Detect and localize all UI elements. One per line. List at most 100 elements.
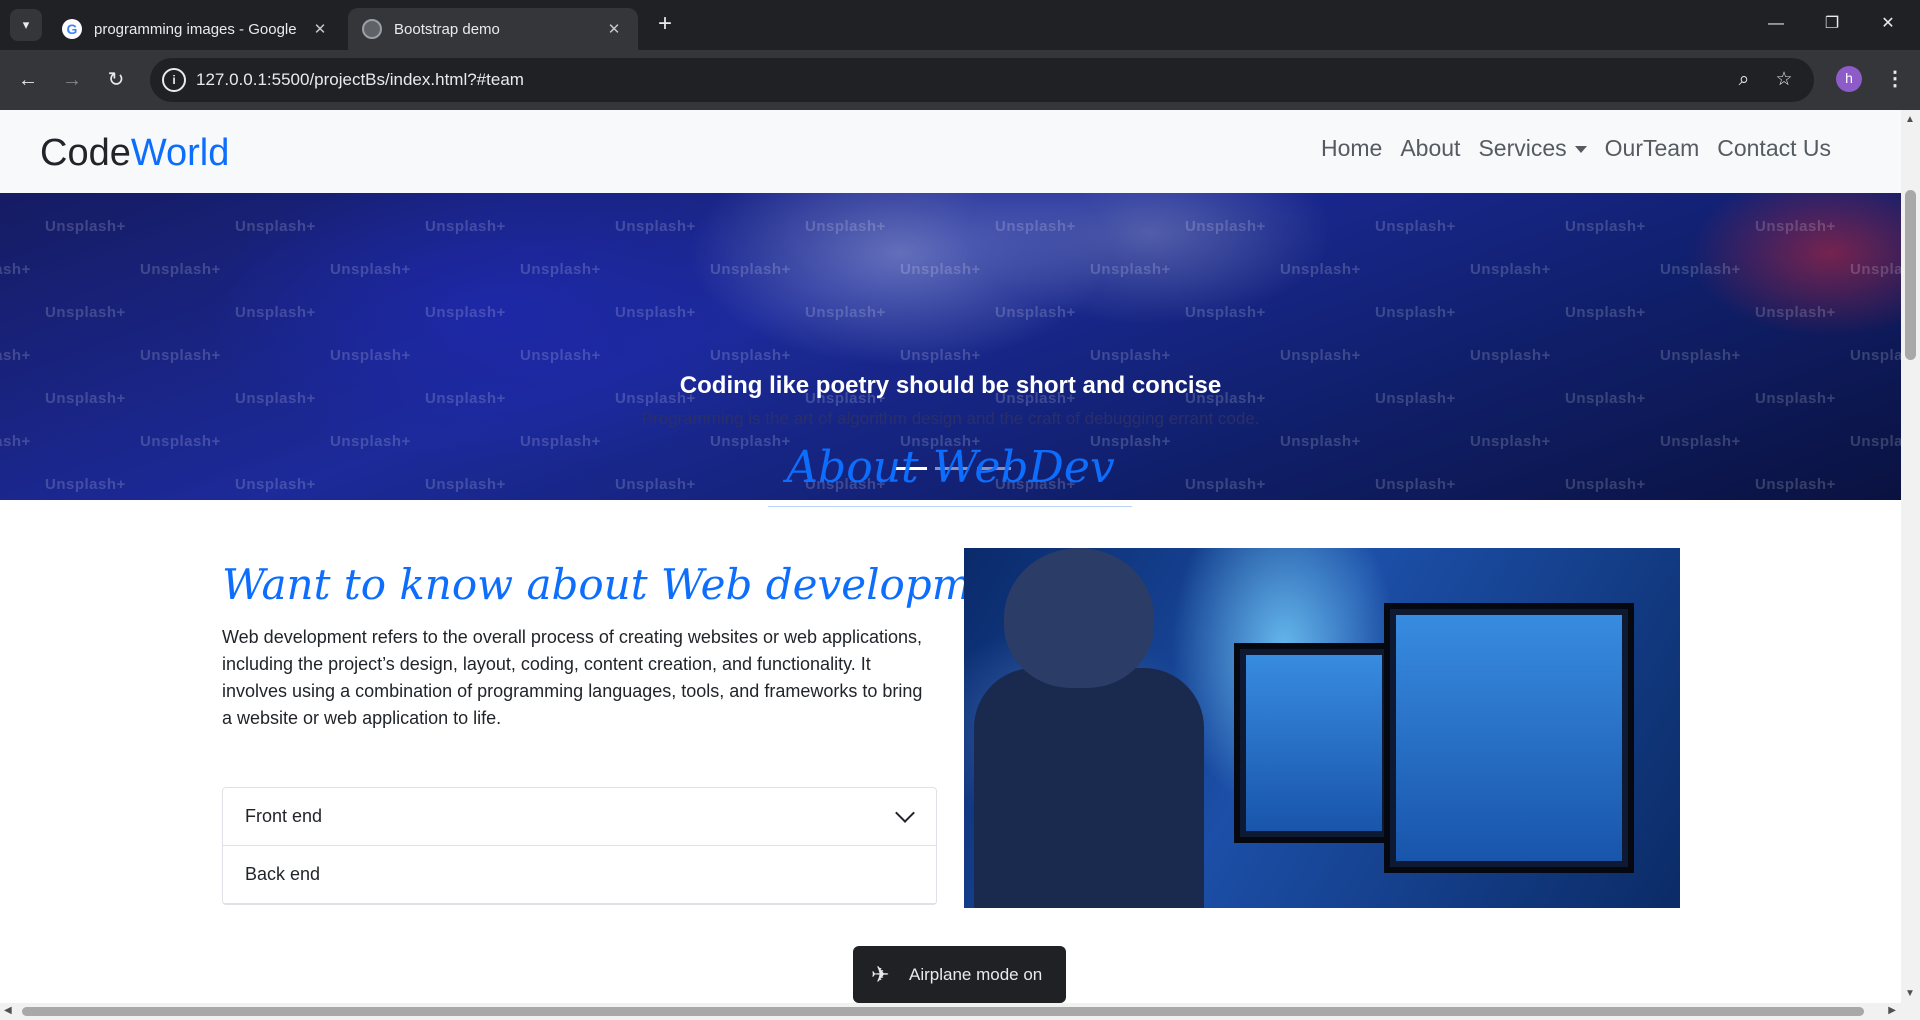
tab-search-icon[interactable]: ▾ bbox=[10, 9, 42, 41]
unsplash-watermark: Unsplash+ bbox=[995, 218, 1076, 235]
unsplash-watermark: Unsplash+ bbox=[805, 218, 886, 235]
page-viewport: CodeWorld Home About Services OurTeam Co… bbox=[0, 110, 1901, 1003]
back-icon[interactable]: ← bbox=[12, 64, 44, 96]
unsplash-watermark: Unsplash+ bbox=[805, 304, 886, 321]
accordion-item-back-end[interactable]: Back end bbox=[223, 846, 936, 904]
unsplash-watermark: Unsplash+ bbox=[1185, 218, 1266, 235]
unsplash-watermark: Unsplash+ bbox=[900, 347, 981, 364]
unsplash-watermark: Unsplash+ bbox=[1280, 347, 1361, 364]
toast-text: Airplane mode on bbox=[909, 964, 1043, 984]
address-bar[interactable]: i 127.0.0.1:5500/projectBs/index.html?#t… bbox=[150, 58, 1814, 102]
forward-icon[interactable]: → bbox=[56, 64, 88, 96]
unsplash-watermark: Unsplash+ bbox=[1565, 304, 1646, 321]
scroll-down-icon[interactable]: ▼ bbox=[1905, 988, 1915, 999]
nav-services-dropdown[interactable]: Services bbox=[1478, 135, 1586, 162]
photo-monitor-left bbox=[1234, 643, 1394, 843]
unsplash-watermark: Unsplash+ bbox=[140, 261, 221, 278]
close-tab-icon[interactable]: ✕ bbox=[310, 20, 330, 38]
nav-links: Home About Services OurTeam Contact Us bbox=[1321, 135, 1831, 162]
hero-subtitle: Programming is the art of algorithm desi… bbox=[641, 409, 1260, 428]
unsplash-watermark: Unsplash+ bbox=[1375, 218, 1456, 235]
unsplash-watermark: Unsplash+ bbox=[1280, 261, 1361, 278]
accordion-label: Front end bbox=[245, 806, 323, 826]
unsplash-watermark: Unsplash+ bbox=[1565, 218, 1646, 235]
unsplash-watermark: Unsplash+ bbox=[1660, 261, 1741, 278]
minimize-button[interactable]: — bbox=[1754, 8, 1798, 40]
unsplash-watermark: Unsplash+ bbox=[520, 261, 601, 278]
unsplash-watermark: Unsplash+ bbox=[615, 218, 696, 235]
url-text[interactable]: 127.0.0.1:5500/projectBs/index.html?#tea… bbox=[196, 70, 524, 90]
developer-photo bbox=[964, 548, 1680, 908]
photo-monitor-right bbox=[1384, 603, 1634, 873]
browser-toolbar: ← → ↻ i 127.0.0.1:5500/projectBs/index.h… bbox=[0, 50, 1920, 110]
reload-icon[interactable]: ↻ bbox=[100, 64, 132, 96]
unsplash-watermark: Unsplash+ bbox=[235, 304, 316, 321]
tab-title: programming images - Google bbox=[94, 20, 297, 38]
unsplash-watermark: Unsplash+ bbox=[1755, 304, 1836, 321]
tab-bootstrap-demo[interactable]: Bootstrap demo ✕ bbox=[348, 8, 638, 50]
nav-ourteam[interactable]: OurTeam bbox=[1605, 135, 1700, 162]
unsplash-watermark: Unsplash+ bbox=[45, 304, 126, 321]
vertical-scroll-thumb[interactable] bbox=[1905, 190, 1916, 360]
unsplash-watermark: Unsplash+ bbox=[1185, 304, 1266, 321]
hero-title: Coding like poetry should be short and c… bbox=[679, 372, 1222, 399]
unsplash-watermark: Unsplash+ bbox=[1470, 347, 1551, 364]
about-heading: About WebDev bbox=[786, 442, 1115, 493]
unsplash-watermark: Unsplash+ bbox=[0, 261, 31, 278]
site-info-icon[interactable]: i bbox=[162, 68, 186, 92]
unsplash-watermark: Unsplash+ bbox=[45, 218, 126, 235]
unsplash-watermark: Unsplash+ bbox=[0, 347, 31, 364]
zoom-icon[interactable]: ⌕ bbox=[1732, 68, 1756, 92]
horizontal-scroll-thumb[interactable] bbox=[22, 1007, 1864, 1016]
unsplash-watermark: Unsplash+ bbox=[140, 347, 221, 364]
tab-google-images[interactable]: programming images - Google ✕ bbox=[48, 8, 344, 50]
globe-favicon-icon bbox=[362, 19, 382, 39]
photo-person-body bbox=[974, 668, 1204, 908]
about-title: Want to know about Web development bbox=[222, 560, 1041, 609]
unsplash-watermark: Unsplash+ bbox=[1755, 218, 1836, 235]
airplane-icon: ✈ bbox=[871, 962, 890, 987]
accordion-item-front-end[interactable]: Front end bbox=[223, 788, 936, 846]
brand-part-code: Code bbox=[40, 132, 131, 174]
bookmark-star-icon[interactable]: ☆ bbox=[1772, 68, 1796, 92]
nav-home[interactable]: Home bbox=[1321, 135, 1382, 162]
site-navbar: CodeWorld Home About Services OurTeam Co… bbox=[0, 110, 1901, 193]
unsplash-watermark: Unsplash+ bbox=[995, 304, 1076, 321]
tab-title: Bootstrap demo bbox=[394, 20, 500, 38]
accordion-label: Back end bbox=[245, 864, 321, 884]
unsplash-watermark: Unsplash+ bbox=[330, 261, 411, 278]
unsplash-watermark: Unsplash+ bbox=[1470, 261, 1551, 278]
menu-kebab-icon[interactable]: ⋮ bbox=[1880, 64, 1910, 94]
nav-contact[interactable]: Contact Us bbox=[1717, 135, 1831, 162]
unsplash-watermark: Unsplash+ bbox=[330, 347, 411, 364]
unsplash-watermark: Unsplash+ bbox=[1660, 347, 1741, 364]
brand-logo[interactable]: CodeWorld bbox=[40, 132, 229, 175]
horizontal-scrollbar[interactable]: ◀ ▶ bbox=[0, 1003, 1920, 1020]
restore-button[interactable]: ❐ bbox=[1810, 8, 1854, 40]
unsplash-watermark: Unsplash+ bbox=[1090, 261, 1171, 278]
close-window-button[interactable]: ✕ bbox=[1866, 8, 1910, 40]
unsplash-watermark: Unsplash+ bbox=[710, 347, 791, 364]
unsplash-watermark: Unsplash+ bbox=[615, 304, 696, 321]
nav-about[interactable]: About bbox=[1400, 135, 1460, 162]
new-tab-button[interactable]: + bbox=[650, 10, 680, 40]
accordion: Front end Back end bbox=[222, 787, 937, 905]
browser-tabstrip: ▾ programming images - Google ✕ Bootstra… bbox=[0, 0, 1920, 50]
unsplash-watermark: Unsplash+ bbox=[1850, 261, 1901, 278]
unsplash-watermark: Unsplash+ bbox=[1090, 347, 1171, 364]
about-divider bbox=[768, 506, 1132, 507]
unsplash-watermark: Unsplash+ bbox=[425, 304, 506, 321]
unsplash-watermark: Unsplash+ bbox=[900, 261, 981, 278]
unsplash-watermark: Unsplash+ bbox=[1375, 304, 1456, 321]
brand-part-world: World bbox=[130, 132, 230, 174]
unsplash-watermark: Unsplash+ bbox=[520, 347, 601, 364]
close-tab-icon[interactable]: ✕ bbox=[604, 20, 624, 38]
profile-avatar[interactable]: h bbox=[1836, 66, 1862, 92]
about-paragraph: Web development refers to the overall pr… bbox=[222, 627, 923, 728]
scroll-up-icon[interactable]: ▲ bbox=[1905, 114, 1915, 125]
google-favicon-icon bbox=[62, 19, 82, 39]
scroll-left-icon[interactable]: ◀ bbox=[4, 1005, 12, 1016]
chevron-down-icon bbox=[895, 803, 915, 823]
scroll-right-icon[interactable]: ▶ bbox=[1888, 1005, 1896, 1016]
vertical-scrollbar[interactable]: ▲ ▼ bbox=[1901, 110, 1920, 1003]
